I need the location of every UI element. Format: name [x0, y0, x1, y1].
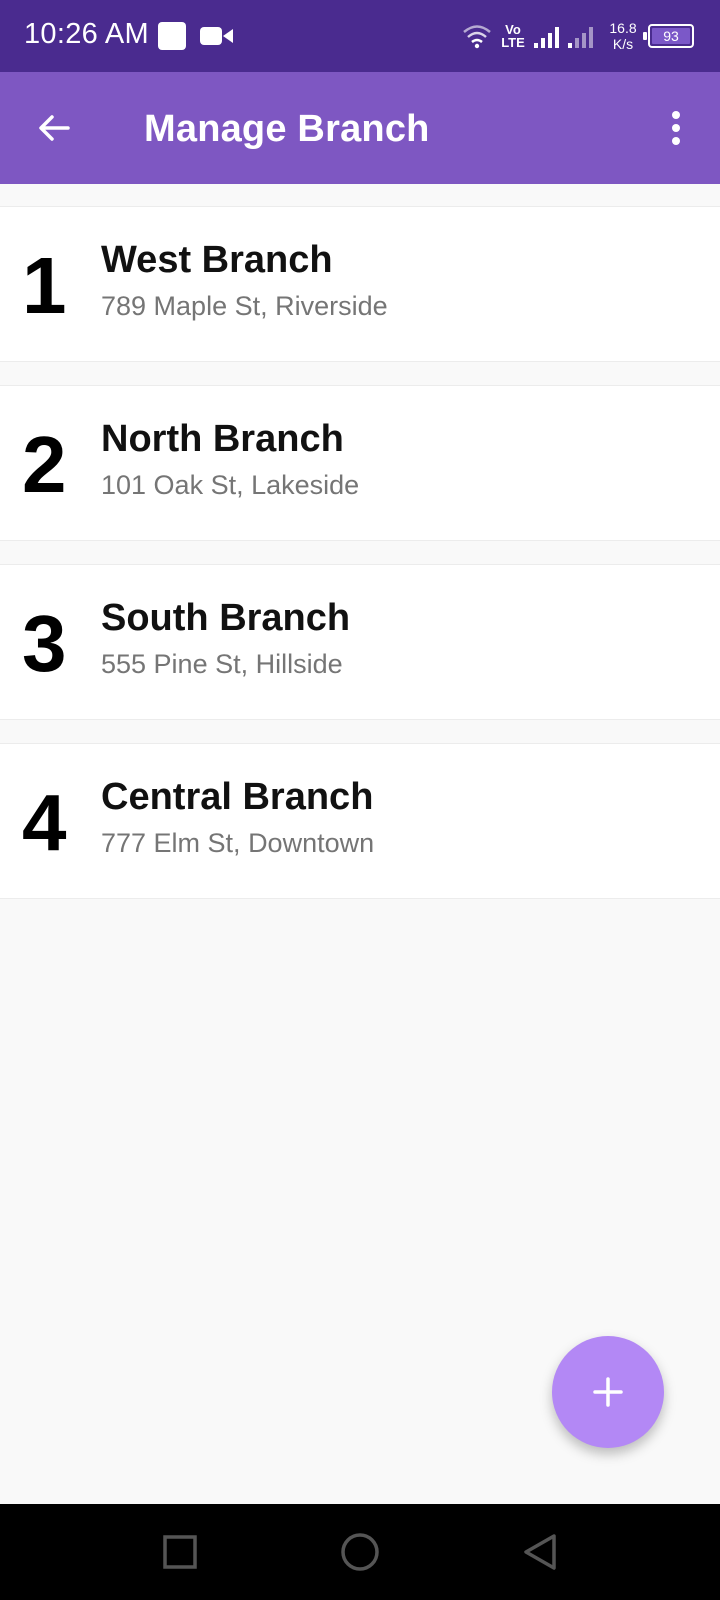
speed-value: 16.8 — [609, 20, 637, 36]
signal-icon — [534, 27, 593, 48]
plus-icon — [593, 1377, 623, 1407]
recents-square-icon — [163, 1535, 197, 1569]
recents-button[interactable] — [158, 1530, 202, 1574]
branch-number: 2 — [22, 420, 67, 509]
back-button[interactable] — [26, 102, 82, 154]
video-icon — [200, 27, 233, 45]
branch-name: North Branch — [101, 418, 344, 460]
home-circle-icon — [341, 1533, 379, 1571]
system-nav-bar — [0, 1504, 720, 1600]
back-nav-button[interactable] — [518, 1530, 562, 1574]
branch-address: 555 Pine St, Hillside — [101, 649, 343, 679]
overflow-menu-button[interactable] — [656, 102, 696, 154]
battery-level: 93 — [663, 28, 679, 44]
page-title: Manage Branch — [144, 108, 430, 150]
branch-name: West Branch — [101, 239, 333, 281]
branch-name: Central Branch — [101, 776, 374, 818]
status-time: 10:26 AM — [24, 18, 149, 50]
status-bar: 10:26 AM Vo LTE 16.8 K/s 93 — [0, 0, 720, 72]
branch-card[interactable]: 4 Central Branch 777 Elm St, Downtown — [0, 743, 720, 899]
branch-number: 3 — [22, 599, 67, 688]
speed-unit: K/s — [612, 36, 634, 52]
back-triangle-icon — [524, 1534, 556, 1570]
branch-card[interactable]: 1 West Branch 789 Maple St, Riverside — [0, 206, 720, 362]
branch-number: 4 — [22, 778, 67, 867]
volte-indicator: Vo LTE — [500, 23, 526, 49]
wifi-icon — [463, 25, 491, 49]
branch-number: 1 — [22, 241, 67, 330]
status-icons: Vo LTE 16.8 K/s 93 — [462, 14, 694, 58]
square-notification-icon — [158, 22, 186, 50]
app-bar: Manage Branch — [0, 72, 720, 184]
branch-card[interactable]: 2 North Branch 101 Oak St, Lakeside — [0, 385, 720, 541]
branch-name: South Branch — [101, 597, 351, 639]
back-arrow-icon — [39, 115, 70, 141]
battery-icon: 93 — [643, 24, 694, 48]
network-speed: 16.8 K/s — [606, 20, 640, 52]
branch-address: 777 Elm St, Downtown — [101, 828, 375, 858]
branch-address: 101 Oak St, Lakeside — [101, 470, 360, 500]
branch-list: 1 West Branch 789 Maple St, Riverside 2 … — [0, 206, 720, 922]
add-branch-button[interactable] — [552, 1336, 664, 1448]
branch-address: 789 Maple St, Riverside — [101, 291, 388, 321]
volte-bottom: LTE — [501, 35, 525, 50]
home-button[interactable] — [338, 1530, 382, 1574]
more-vert-icon — [672, 111, 680, 145]
branch-card[interactable]: 3 South Branch 555 Pine St, Hillside — [0, 564, 720, 720]
